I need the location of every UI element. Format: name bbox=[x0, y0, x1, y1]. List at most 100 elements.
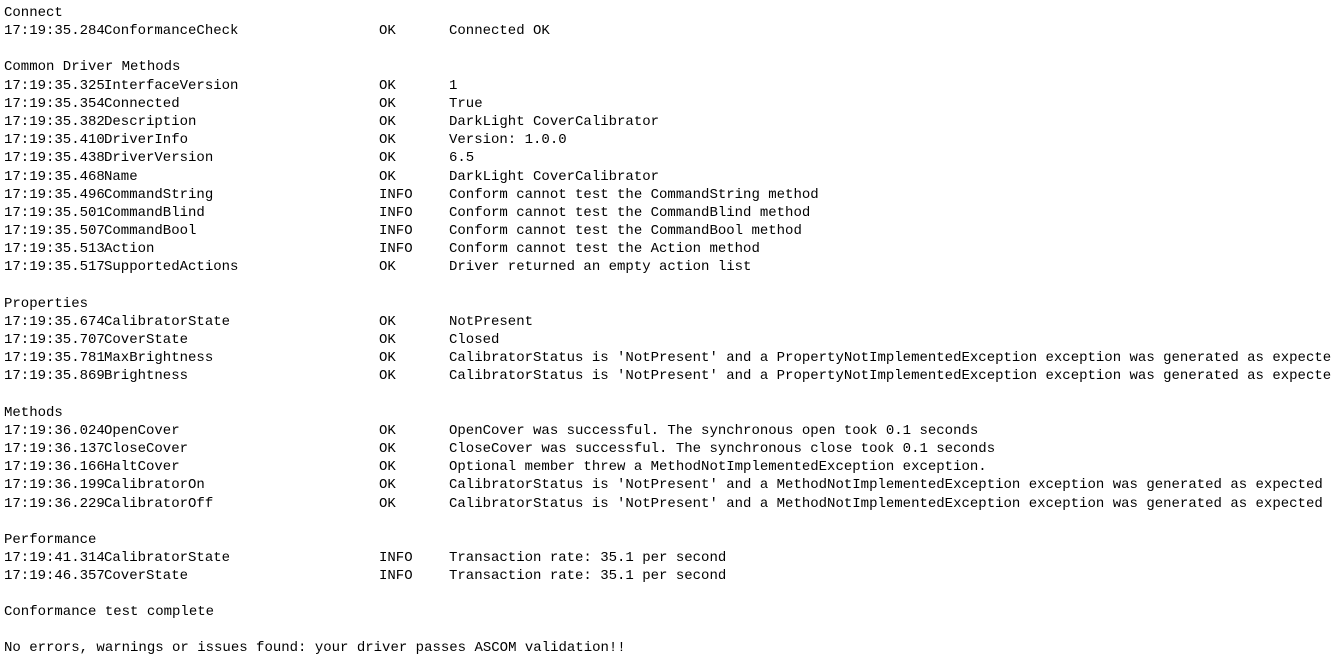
log-item-name: CommandBool bbox=[104, 222, 379, 240]
log-message: DarkLight CoverCalibrator bbox=[449, 168, 659, 186]
log-status: OK bbox=[379, 22, 449, 40]
log-item-name: CommandBlind bbox=[104, 204, 379, 222]
log-status: INFO bbox=[379, 204, 449, 222]
log-timestamp: 17:19:36.024 bbox=[4, 422, 104, 440]
log-row: 17:19:35.517SupportedActionsOKDriver ret… bbox=[4, 258, 1327, 276]
log-row: 17:19:35.284ConformanceCheckOKConnected … bbox=[4, 22, 1327, 40]
log-status: OK bbox=[379, 258, 449, 276]
log-item-name: ConformanceCheck bbox=[104, 22, 379, 40]
log-row: 17:19:36.024OpenCoverOKOpenCover was suc… bbox=[4, 422, 1327, 440]
log-row: 17:19:35.382DescriptionOKDarkLight Cover… bbox=[4, 113, 1327, 131]
log-timestamp: 17:19:35.325 bbox=[4, 77, 104, 95]
log-message: CloseCover was successful. The synchrono… bbox=[449, 440, 995, 458]
log-status: OK bbox=[379, 458, 449, 476]
log-row: 17:19:36.137CloseCoverOKCloseCover was s… bbox=[4, 440, 1327, 458]
log-message: DarkLight CoverCalibrator bbox=[449, 113, 659, 131]
log-message: Connected OK bbox=[449, 22, 550, 40]
log-item-name: CoverState bbox=[104, 331, 379, 349]
log-item-name: DriverInfo bbox=[104, 131, 379, 149]
log-message: Conform cannot test the CommandBool meth… bbox=[449, 222, 802, 240]
log-message: CalibratorStatus is 'NotPresent' and a M… bbox=[449, 495, 1323, 513]
section-header: Connect bbox=[4, 4, 1327, 22]
log-item-name: CalibratorOff bbox=[104, 495, 379, 513]
log-status: OK bbox=[379, 149, 449, 167]
log-status: OK bbox=[379, 349, 449, 367]
log-status: OK bbox=[379, 422, 449, 440]
log-status: OK bbox=[379, 131, 449, 149]
log-item-name: InterfaceVersion bbox=[104, 77, 379, 95]
log-item-name: CommandString bbox=[104, 186, 379, 204]
log-timestamp: 17:19:41.314 bbox=[4, 549, 104, 567]
log-row: 17:19:41.314CalibratorStateINFOTransacti… bbox=[4, 549, 1327, 567]
log-row: 17:19:35.501CommandBlindINFOConform cann… bbox=[4, 204, 1327, 222]
log-status: OK bbox=[379, 113, 449, 131]
log-message: 1 bbox=[449, 77, 457, 95]
log-timestamp: 17:19:36.137 bbox=[4, 440, 104, 458]
log-row: 17:19:35.354ConnectedOKTrue bbox=[4, 95, 1327, 113]
log-timestamp: 17:19:35.513 bbox=[4, 240, 104, 258]
log-row: 17:19:35.707CoverStateOKClosed bbox=[4, 331, 1327, 349]
log-row: 17:19:35.674CalibratorStateOKNotPresent bbox=[4, 313, 1327, 331]
log-message: Optional member threw a MethodNotImpleme… bbox=[449, 458, 987, 476]
footer-complete: Conformance test complete bbox=[4, 603, 1327, 621]
log-item-name: Description bbox=[104, 113, 379, 131]
log-message: True bbox=[449, 95, 483, 113]
log-message: Closed bbox=[449, 331, 499, 349]
log-row: 17:19:35.507CommandBoolINFOConform canno… bbox=[4, 222, 1327, 240]
log-message: OpenCover was successful. The synchronou… bbox=[449, 422, 978, 440]
section-header: Common Driver Methods bbox=[4, 58, 1327, 76]
log-item-name: CalibratorOn bbox=[104, 476, 379, 494]
log-row: 17:19:36.229CalibratorOffOKCalibratorSta… bbox=[4, 495, 1327, 513]
log-message: 6.5 bbox=[449, 149, 474, 167]
log-item-name: CloseCover bbox=[104, 440, 379, 458]
log-row: 17:19:35.468NameOKDarkLight CoverCalibra… bbox=[4, 168, 1327, 186]
log-item-name: Brightness bbox=[104, 367, 379, 385]
log-status: INFO bbox=[379, 186, 449, 204]
log-status: OK bbox=[379, 168, 449, 186]
log-row: 17:19:36.199CalibratorOnOKCalibratorStat… bbox=[4, 476, 1327, 494]
log-timestamp: 17:19:35.507 bbox=[4, 222, 104, 240]
log-status: INFO bbox=[379, 549, 449, 567]
log-timestamp: 17:19:35.517 bbox=[4, 258, 104, 276]
log-item-name: CalibratorState bbox=[104, 313, 379, 331]
log-message: Conform cannot test the CommandString me… bbox=[449, 186, 819, 204]
log-item-name: DriverVersion bbox=[104, 149, 379, 167]
log-message: Transaction rate: 35.1 per second bbox=[449, 549, 726, 567]
section-header: Performance bbox=[4, 531, 1327, 549]
log-item-name: SupportedActions bbox=[104, 258, 379, 276]
log-timestamp: 17:19:35.869 bbox=[4, 367, 104, 385]
log-output: Connect17:19:35.284ConformanceCheckOKCon… bbox=[4, 4, 1327, 658]
log-item-name: Name bbox=[104, 168, 379, 186]
log-row: 17:19:35.325InterfaceVersionOK1 bbox=[4, 77, 1327, 95]
section-header: Properties bbox=[4, 295, 1327, 313]
log-message: Driver returned an empty action list bbox=[449, 258, 751, 276]
log-row: 17:19:35.410DriverInfoOKVersion: 1.0.0 bbox=[4, 131, 1327, 149]
log-timestamp: 17:19:35.354 bbox=[4, 95, 104, 113]
log-timestamp: 17:19:35.501 bbox=[4, 204, 104, 222]
log-status: OK bbox=[379, 77, 449, 95]
log-timestamp: 17:19:35.410 bbox=[4, 131, 104, 149]
log-timestamp: 17:19:36.229 bbox=[4, 495, 104, 513]
log-item-name: Connected bbox=[104, 95, 379, 113]
log-item-name: OpenCover bbox=[104, 422, 379, 440]
log-status: INFO bbox=[379, 222, 449, 240]
log-timestamp: 17:19:36.199 bbox=[4, 476, 104, 494]
log-message: CalibratorStatus is 'NotPresent' and a P… bbox=[449, 349, 1331, 367]
log-timestamp: 17:19:36.166 bbox=[4, 458, 104, 476]
log-timestamp: 17:19:35.496 bbox=[4, 186, 104, 204]
log-timestamp: 17:19:35.781 bbox=[4, 349, 104, 367]
log-status: OK bbox=[379, 367, 449, 385]
log-timestamp: 17:19:35.382 bbox=[4, 113, 104, 131]
log-status: INFO bbox=[379, 567, 449, 585]
log-timestamp: 17:19:35.468 bbox=[4, 168, 104, 186]
log-timestamp: 17:19:35.284 bbox=[4, 22, 104, 40]
log-item-name: HaltCover bbox=[104, 458, 379, 476]
log-message: CalibratorStatus is 'NotPresent' and a P… bbox=[449, 367, 1331, 385]
log-status: OK bbox=[379, 313, 449, 331]
log-status: OK bbox=[379, 476, 449, 494]
log-status: INFO bbox=[379, 240, 449, 258]
log-message: CalibratorStatus is 'NotPresent' and a M… bbox=[449, 476, 1323, 494]
log-row: 17:19:35.781MaxBrightnessOKCalibratorSta… bbox=[4, 349, 1327, 367]
log-message: Conform cannot test the CommandBlind met… bbox=[449, 204, 810, 222]
log-timestamp: 17:19:35.674 bbox=[4, 313, 104, 331]
